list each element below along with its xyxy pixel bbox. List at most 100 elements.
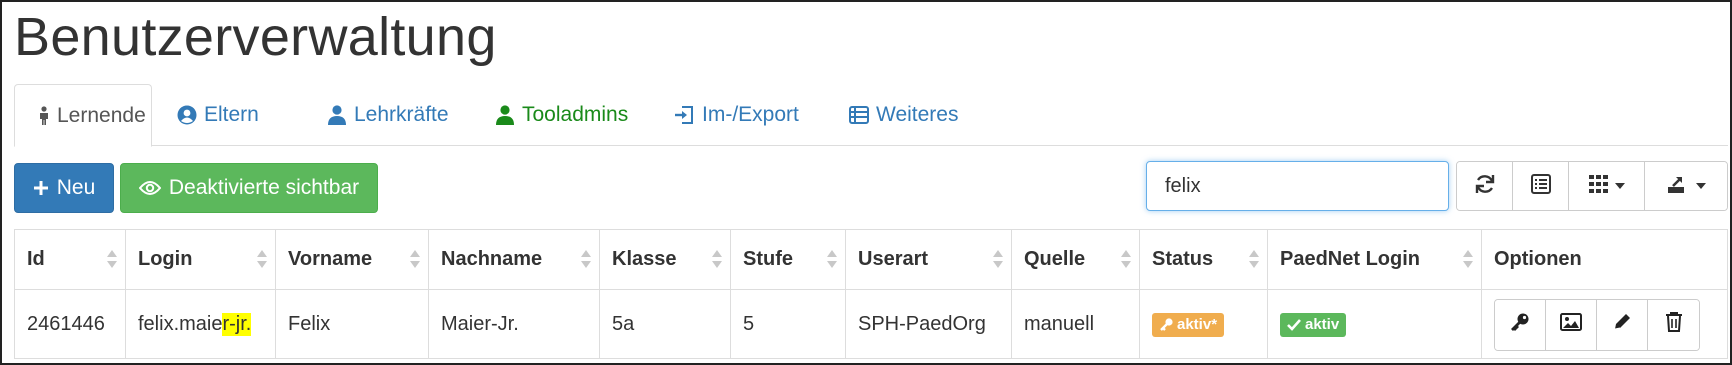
tab-eltern[interactable]: Eltern: [176, 84, 259, 146]
chevron-down-icon: [1614, 183, 1625, 189]
user-admin-icon: [494, 104, 516, 126]
tab-weiteres[interactable]: Weiteres: [848, 84, 958, 146]
column-header-label: Nachname: [441, 248, 543, 270]
tab-lernende[interactable]: Lernende: [14, 84, 152, 147]
card-view-button[interactable]: [1513, 162, 1569, 210]
tab-label: Lernende: [57, 103, 146, 127]
cell-vorname: Felix: [276, 290, 429, 359]
trash-icon: [1665, 311, 1683, 339]
page-title: Benutzerverwaltung: [14, 7, 497, 67]
sort-icon: [1463, 250, 1473, 270]
tab-im-export[interactable]: Im-/Export: [674, 84, 799, 146]
sort-icon: [1121, 250, 1131, 270]
list-alt-icon: [1530, 173, 1551, 199]
tab-label: Tooladmins: [522, 103, 629, 126]
new-user-button[interactable]: Neu: [14, 163, 114, 213]
column-header-label: Id: [27, 248, 45, 270]
column-header-userart[interactable]: Userart: [846, 230, 1012, 289]
user-icon: [326, 104, 348, 126]
tab-label: Im-/Export: [702, 103, 799, 126]
login-text: felix.maie: [138, 313, 223, 335]
cell-userart: SPH-PaedOrg: [846, 290, 1012, 359]
cell-status: aktiv*: [1140, 290, 1268, 359]
chevron-down-icon: [1696, 183, 1706, 189]
password-button[interactable]: [1495, 299, 1546, 350]
sort-icon: [410, 250, 420, 270]
sort-icon: [257, 250, 267, 270]
column-header-status[interactable]: Status: [1140, 230, 1268, 289]
list-table-icon: [848, 104, 870, 126]
sort-icon: [827, 250, 837, 270]
sort-icon: [1249, 250, 1259, 270]
refresh-icon: [1474, 173, 1496, 200]
user-type-tabs: Lernende Eltern Lehrkräfte Tooladmins Im…: [14, 84, 1728, 147]
column-header-label: Userart: [858, 248, 929, 270]
refresh-button[interactable]: [1457, 162, 1513, 210]
sort-icon: [581, 250, 591, 270]
import-export-icon: [674, 104, 696, 126]
cell-quelle: manuell: [1012, 290, 1140, 359]
column-header-stufe[interactable]: Stufe: [731, 230, 846, 289]
table-tools-group: [1456, 161, 1728, 211]
cell-paednet-login: aktiv: [1268, 290, 1482, 359]
sort-icon: [993, 250, 1003, 270]
cell-stufe: 5: [731, 290, 846, 359]
key-icon: [1159, 317, 1173, 332]
cell-id: 2461446: [15, 290, 126, 359]
picture-button[interactable]: [1546, 299, 1597, 350]
tab-label: Weiteres: [876, 103, 959, 126]
columns-dropdown-button[interactable]: [1569, 162, 1645, 210]
plus-icon: [33, 180, 49, 196]
column-header-nachname[interactable]: Nachname: [429, 230, 600, 289]
table-header-row: Id Login Vorname Nachname Klasse Stufe U…: [15, 230, 1727, 290]
show-deactivated-button[interactable]: Deaktivierte sichtbar: [120, 163, 378, 213]
column-header-login[interactable]: Login: [126, 230, 276, 289]
paednet-status-badge: aktiv: [1280, 312, 1347, 337]
search-highlight: r-jr.: [222, 313, 252, 336]
row-options-group: [1494, 298, 1700, 351]
status-badge-label: aktiv*: [1177, 316, 1218, 333]
column-header-label: Login: [138, 248, 193, 270]
cell-nachname: Maier-Jr.: [429, 290, 600, 359]
column-header-quelle[interactable]: Quelle: [1012, 230, 1140, 289]
status-badge: aktiv*: [1152, 312, 1225, 337]
edit-button[interactable]: [1597, 299, 1648, 350]
paednet-badge-label: aktiv: [1305, 316, 1340, 333]
column-header-label: Vorname: [288, 248, 373, 270]
column-header-id[interactable]: Id: [15, 230, 126, 289]
search-input[interactable]: [1146, 161, 1449, 211]
sort-icon: [107, 250, 117, 270]
tab-lehrkraefte[interactable]: Lehrkräfte: [326, 84, 449, 146]
column-header-optionen: Optionen: [1482, 230, 1727, 289]
eye-icon: [138, 180, 161, 196]
column-header-label: Stufe: [743, 248, 793, 270]
cell-klasse: 5a: [600, 290, 731, 359]
column-header-vorname[interactable]: Vorname: [276, 230, 429, 289]
grid-icon: [1588, 174, 1609, 198]
sort-icon: [712, 250, 722, 270]
column-header-label: PaedNet Login: [1280, 248, 1421, 270]
column-header-paednet-login[interactable]: PaedNet Login: [1268, 230, 1482, 289]
column-header-klasse[interactable]: Klasse: [600, 230, 731, 289]
tab-label: Lehrkräfte: [354, 103, 449, 126]
column-header-label: Optionen: [1494, 248, 1582, 270]
export-icon: [1666, 174, 1690, 199]
user-circle-icon: [176, 104, 198, 126]
column-header-label: Status: [1152, 248, 1214, 270]
table-row: 2461446 felix.maie r-jr. Felix Maier-Jr. …: [15, 290, 1727, 359]
export-dropdown-button[interactable]: [1645, 162, 1727, 210]
tab-label: Eltern: [204, 103, 259, 126]
picture-icon: [1560, 312, 1582, 337]
tab-tooladmins[interactable]: Tooladmins: [494, 84, 628, 146]
column-header-label: Klasse: [612, 248, 677, 270]
new-button-label: Neu: [56, 176, 96, 199]
cell-optionen: [1482, 290, 1727, 359]
delete-button[interactable]: [1648, 299, 1699, 350]
deactivated-button-label: Deaktivierte sichtbar: [168, 176, 360, 199]
pencil-icon: [1612, 312, 1632, 338]
key-icon: [1510, 312, 1530, 338]
users-table: Id Login Vorname Nachname Klasse Stufe U…: [14, 229, 1728, 359]
child-icon: [37, 105, 51, 127]
column-header-label: Quelle: [1024, 248, 1086, 270]
cell-login: felix.maie r-jr.: [126, 290, 276, 359]
